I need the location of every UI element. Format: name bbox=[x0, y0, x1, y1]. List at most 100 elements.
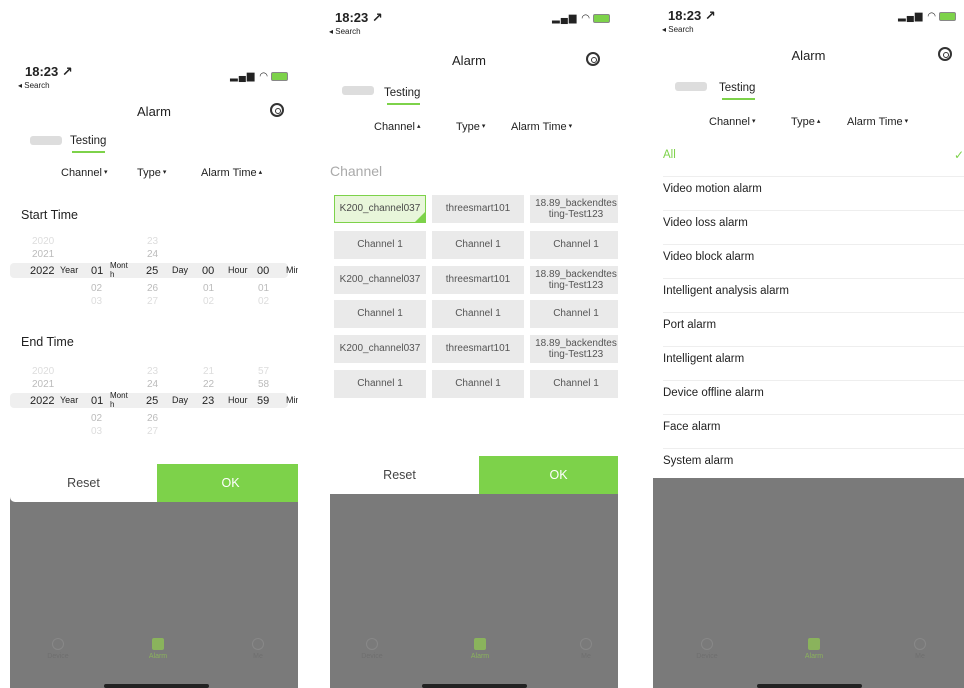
channel-cell[interactable]: threesmart101 bbox=[432, 195, 524, 223]
device-tab-testing[interactable]: Testing bbox=[70, 135, 106, 147]
device-tab-underline bbox=[72, 151, 105, 153]
filter-alarm-time[interactable]: Alarm Time ▾ bbox=[847, 116, 908, 128]
status-time: 18:23 ↗ bbox=[335, 10, 383, 25]
channel-cell[interactable]: threesmart101 bbox=[432, 266, 524, 294]
picker-row: 2021 24 22 58 bbox=[32, 379, 270, 390]
alarm-type-item[interactable]: Device offline alarm bbox=[663, 381, 964, 415]
alarm-type-item[interactable]: Video loss alarm bbox=[663, 211, 964, 245]
back-search-link[interactable]: ◂ Search bbox=[18, 81, 50, 90]
filter-alarm-time[interactable]: Alarm Time ▾ bbox=[511, 121, 572, 133]
page-title: Alarm bbox=[137, 104, 171, 119]
picker-row-selected: 2022Year 01Mont h 25Day 23Hour 59Min bbox=[10, 391, 298, 409]
channel-cell[interactable]: Channel 1 bbox=[530, 370, 618, 398]
alarm-type-label: System alarm bbox=[663, 455, 734, 467]
tab-alarm[interactable]: Alarm bbox=[128, 638, 188, 660]
alarm-bell-icon bbox=[152, 638, 164, 650]
filter-actions: Reset OK bbox=[10, 464, 298, 502]
channel-cell[interactable]: Channel 1 bbox=[432, 231, 524, 259]
chevron-down-icon: ▾ bbox=[162, 169, 167, 176]
channel-cell[interactable]: K200_channel037 bbox=[334, 195, 426, 223]
alarm-type-item[interactable]: Intelligent alarm bbox=[663, 347, 964, 381]
alarm-bell-icon bbox=[474, 638, 486, 650]
screen-time-filter: 18:23 ↗ ◂ Search ▂▄▆ ◠ Alarm Testing Cha… bbox=[0, 0, 298, 688]
filter-bar: Channel ▾ Type ▾ Alarm Time ▴ bbox=[0, 167, 298, 183]
alarm-type-item[interactable]: Video motion alarm bbox=[663, 177, 964, 211]
alarm-type-label: Intelligent alarm bbox=[663, 353, 745, 365]
channel-cell[interactable]: 18.89_backendtes ting-Test123 bbox=[530, 266, 618, 294]
channel-cell[interactable]: 18.89_backendtes ting-Test123 bbox=[530, 335, 618, 363]
device-thumbnail bbox=[675, 82, 707, 91]
filter-channel[interactable]: Channel ▴ bbox=[374, 121, 421, 133]
channel-cell[interactable]: Channel 1 bbox=[530, 300, 618, 328]
end-time-title: End Time bbox=[21, 335, 74, 349]
channel-cell[interactable]: K200_channel037 bbox=[334, 266, 426, 294]
tab-alarm[interactable]: Alarm bbox=[784, 638, 844, 660]
channel-cell[interactable]: Channel 1 bbox=[334, 300, 426, 328]
settings-gear-icon[interactable] bbox=[938, 47, 952, 61]
filter-channel[interactable]: Channel ▾ bbox=[709, 116, 756, 128]
settings-gear-icon[interactable] bbox=[270, 103, 284, 117]
alarm-type-label: Device offline alarm bbox=[663, 387, 764, 399]
channel-cell[interactable]: Channel 1 bbox=[432, 370, 524, 398]
end-time-picker[interactable]: 2020 23 21 57 2021 24 22 58 2022 Year 01 Mont h … bbox=[10, 364, 298, 440]
channel-cell[interactable]: 18.89_backendtes ting-Test123 bbox=[530, 195, 618, 223]
channel-cell[interactable]: threesmart101 bbox=[432, 335, 524, 363]
alarm-type-item[interactable]: Face alarm bbox=[663, 415, 964, 449]
channel-cell[interactable]: K200_channel037 bbox=[334, 335, 426, 363]
tab-me[interactable]: Me bbox=[890, 638, 950, 660]
device-tab-underline bbox=[387, 103, 420, 105]
tab-me[interactable]: Me bbox=[228, 638, 288, 660]
start-time-picker[interactable]: 2020 23 2021 24 2022 Year 01 Mont h 25 Day 00… bbox=[10, 234, 298, 310]
reset-button[interactable]: Reset bbox=[10, 464, 157, 502]
alarm-type-item[interactable]: Intelligent analysis alarm bbox=[663, 279, 964, 313]
channel-cell[interactable]: Channel 1 bbox=[334, 370, 426, 398]
picker-row-selected: 2022Year 01Mont h 25Day 00Hour 00Min bbox=[10, 261, 298, 279]
channel-cell[interactable]: Channel 1 bbox=[334, 231, 426, 259]
filter-bar: Channel ▴ Type ▾ Alarm Time ▾ bbox=[320, 121, 618, 137]
checkmark-icon: ✓ bbox=[953, 148, 964, 162]
page-title: Alarm bbox=[791, 48, 826, 63]
tab-device[interactable]: Device bbox=[342, 638, 402, 660]
device-icon bbox=[366, 638, 378, 650]
picker-row: 03 27 bbox=[91, 426, 159, 437]
tab-device[interactable]: Device bbox=[677, 638, 737, 660]
settings-gear-icon[interactable] bbox=[586, 52, 600, 66]
filter-channel[interactable]: Channel ▾ bbox=[61, 167, 108, 179]
chevron-down-icon: ▾ bbox=[751, 118, 756, 125]
tab-me[interactable]: Me bbox=[556, 638, 616, 660]
reset-button[interactable]: Reset bbox=[320, 456, 479, 494]
tab-bar: Device Alarm Me bbox=[0, 638, 298, 678]
filter-alarm-time[interactable]: Alarm Time ▴ bbox=[201, 167, 262, 179]
chevron-up-icon: ▴ bbox=[416, 123, 421, 130]
back-search-link[interactable]: ◂ Search bbox=[662, 25, 694, 34]
status-bar: 18:23 ↗ ◂ Search ▂▄▆ ◠ bbox=[653, 8, 964, 48]
alarm-type-item[interactable]: Port alarm bbox=[663, 313, 964, 347]
home-indicator bbox=[422, 684, 527, 688]
tab-device[interactable]: Device bbox=[28, 638, 88, 660]
alarm-type-label: All bbox=[663, 149, 676, 161]
device-tab-underline bbox=[722, 98, 755, 100]
ok-button[interactable]: OK bbox=[157, 464, 298, 502]
alarm-bell-icon bbox=[808, 638, 820, 650]
device-tab-testing[interactable]: Testing bbox=[384, 87, 420, 99]
device-tab-testing[interactable]: Testing bbox=[719, 82, 755, 94]
person-icon bbox=[914, 638, 926, 650]
filter-type[interactable]: Type ▾ bbox=[137, 167, 166, 179]
chevron-down-icon: ▾ bbox=[481, 123, 486, 130]
device-thumbnail bbox=[342, 86, 374, 95]
ok-button[interactable]: OK bbox=[479, 456, 618, 494]
filter-type[interactable]: Type ▾ bbox=[456, 121, 485, 133]
chevron-up-icon: ▴ bbox=[816, 118, 821, 125]
channel-cell[interactable]: Channel 1 bbox=[530, 231, 618, 259]
alarm-type-item[interactable]: Video block alarm bbox=[663, 245, 964, 279]
tab-alarm[interactable]: Alarm bbox=[450, 638, 510, 660]
status-time: 18:23 ↗ bbox=[25, 64, 73, 79]
home-indicator bbox=[757, 684, 862, 688]
filter-type[interactable]: Type ▴ bbox=[791, 116, 820, 128]
back-search-link[interactable]: ◂ Search bbox=[329, 27, 361, 36]
alarm-type-label: Video motion alarm bbox=[663, 183, 762, 195]
filter-bar: Channel ▾ Type ▴ Alarm Time ▾ bbox=[653, 116, 964, 132]
alarm-type-item[interactable]: All ✓ bbox=[663, 143, 964, 177]
filter-actions: Reset OK bbox=[320, 456, 618, 494]
channel-cell[interactable]: Channel 1 bbox=[432, 300, 524, 328]
